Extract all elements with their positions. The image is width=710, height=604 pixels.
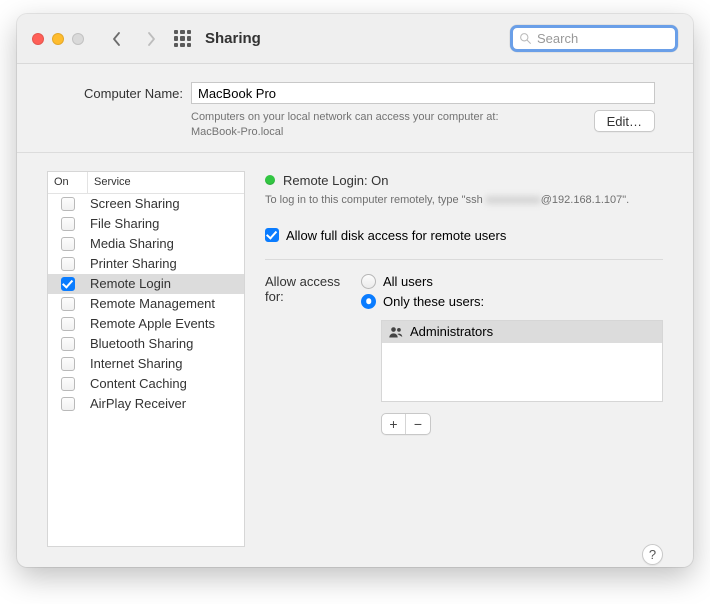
radio-all-label: All users (383, 274, 433, 289)
help-button[interactable]: ? (642, 544, 663, 565)
service-label: Content Caching (88, 376, 244, 391)
user-name: Administrators (410, 324, 493, 339)
search-icon (519, 32, 532, 45)
service-label: Internet Sharing (88, 356, 244, 371)
col-service: Service (88, 172, 244, 193)
user-row[interactable]: Administrators (382, 321, 662, 343)
status-text: Remote Login: On (283, 173, 389, 188)
access-row: Allow access for: All users Only these u… (265, 274, 663, 435)
service-row[interactable]: Media Sharing (48, 234, 244, 254)
minimize-icon[interactable] (52, 33, 64, 45)
service-label: AirPlay Receiver (88, 396, 244, 411)
service-label: Remote Apple Events (88, 316, 244, 331)
service-label: Remote Management (88, 296, 244, 311)
close-icon[interactable] (32, 33, 44, 45)
service-row[interactable]: Bluetooth Sharing (48, 334, 244, 354)
service-checkbox[interactable] (61, 277, 75, 291)
page-title: Sharing (205, 30, 261, 47)
radio-all-icon[interactable] (361, 274, 376, 289)
zoom-icon (72, 33, 84, 45)
service-checkbox[interactable] (61, 317, 75, 331)
service-row[interactable]: Internet Sharing (48, 354, 244, 374)
service-label: Remote Login (88, 276, 244, 291)
full-disk-access-row[interactable]: Allow full disk access for remote users (265, 228, 663, 243)
service-checkbox[interactable] (61, 297, 75, 311)
sharing-prefs-window: Sharing Computer Name: Computers on your… (17, 14, 693, 567)
edit-button[interactable]: Edit… (594, 110, 655, 132)
show-all-icon[interactable] (174, 30, 191, 47)
radio-only-icon[interactable] (361, 294, 376, 309)
add-button[interactable]: + (382, 414, 406, 434)
service-row[interactable]: File Sharing (48, 214, 244, 234)
service-checkbox[interactable] (61, 257, 75, 271)
search-input[interactable] (537, 31, 669, 46)
user-list[interactable]: Administrators (381, 320, 663, 402)
search-field[interactable] (510, 25, 678, 52)
service-detail: Remote Login: On To log in to this compu… (265, 171, 663, 547)
service-row[interactable]: Screen Sharing (48, 194, 244, 214)
titlebar: Sharing (17, 14, 693, 64)
group-icon (388, 325, 404, 339)
col-on: On (48, 172, 88, 193)
main-content: On Service Screen Sharing File Sharing Med… (17, 153, 693, 567)
service-row[interactable]: Remote Management (48, 294, 244, 314)
service-checkbox[interactable] (61, 217, 75, 231)
add-remove-buttons: + − (381, 413, 431, 435)
computer-name-hint: Computers on your local network can acce… (191, 110, 594, 140)
divider (265, 259, 663, 260)
forward-button (138, 26, 164, 52)
radio-only-users[interactable]: Only these users: (361, 294, 663, 309)
service-list: On Service Screen Sharing File Sharing Med… (47, 171, 245, 547)
status-row: Remote Login: On (265, 173, 663, 188)
service-label: Media Sharing (88, 236, 244, 251)
back-button[interactable] (104, 26, 130, 52)
login-hint: To log in to this computer remotely, typ… (265, 194, 663, 206)
service-row[interactable]: Remote Apple Events (48, 314, 244, 334)
service-checkbox[interactable] (61, 337, 75, 351)
service-label: Bluetooth Sharing (88, 336, 244, 351)
full-disk-access-label: Allow full disk access for remote users (286, 228, 506, 243)
service-label: Screen Sharing (88, 196, 244, 211)
full-disk-access-checkbox[interactable] (265, 228, 279, 242)
service-checkbox[interactable] (61, 357, 75, 371)
service-row[interactable]: AirPlay Receiver (48, 394, 244, 414)
service-label: File Sharing (88, 216, 244, 231)
computer-name-section: Computer Name: Computers on your local n… (17, 64, 693, 153)
service-checkbox[interactable] (61, 237, 75, 251)
service-row[interactable]: Content Caching (48, 374, 244, 394)
service-checkbox[interactable] (61, 197, 75, 211)
remove-button[interactable]: − (406, 414, 430, 434)
service-checkbox[interactable] (61, 397, 75, 411)
window-controls (32, 33, 84, 45)
status-indicator-icon (265, 175, 275, 185)
computer-name-input[interactable] (191, 82, 655, 104)
access-label: Allow access for: (265, 274, 349, 435)
service-row[interactable]: Remote Login (48, 274, 244, 294)
service-label: Printer Sharing (88, 256, 244, 271)
computer-name-label: Computer Name: (55, 86, 183, 101)
service-row[interactable]: Printer Sharing (48, 254, 244, 274)
service-checkbox[interactable] (61, 377, 75, 391)
radio-all-users[interactable]: All users (361, 274, 663, 289)
radio-only-label: Only these users: (383, 294, 484, 309)
service-list-header: On Service (48, 172, 244, 194)
